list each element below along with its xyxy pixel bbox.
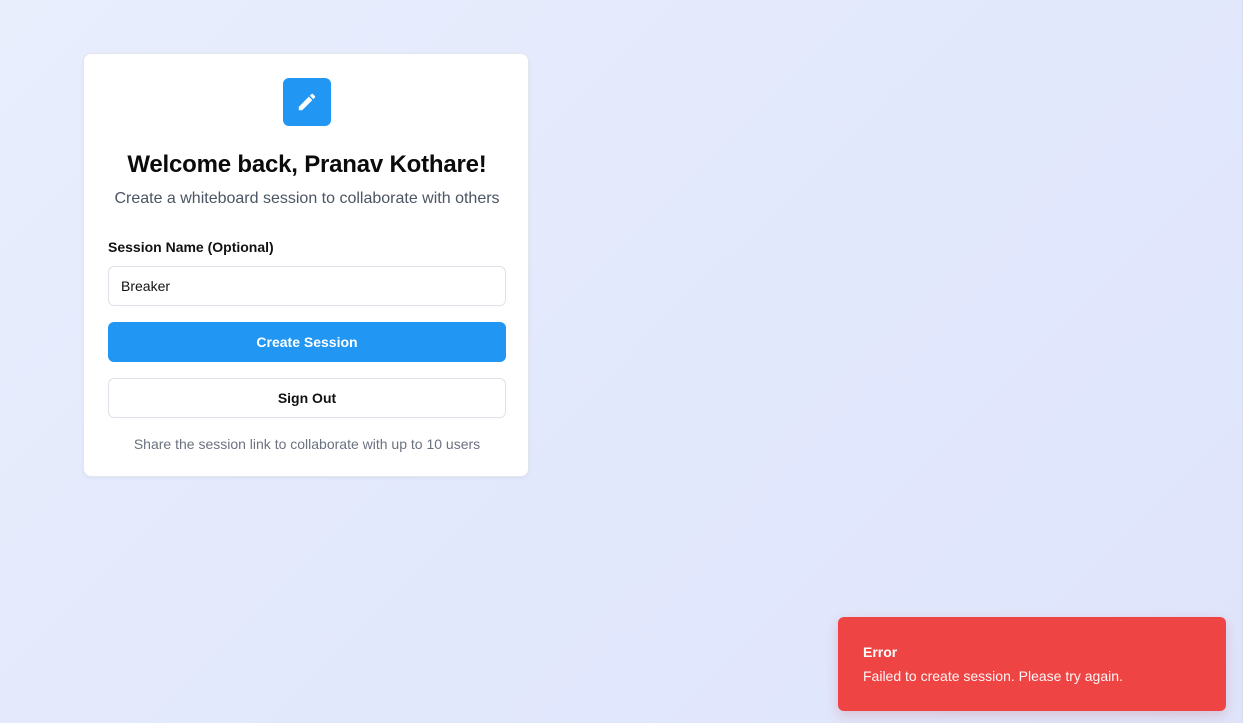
error-toast[interactable]: Error Failed to create session. Please t… <box>838 617 1226 711</box>
app-logo <box>283 78 331 126</box>
share-hint: Share the session link to collaborate wi… <box>133 436 481 452</box>
sign-out-button[interactable]: Sign Out <box>108 378 506 418</box>
toast-title: Error <box>863 644 898 660</box>
session-name-input[interactable] <box>108 266 506 306</box>
welcome-title: Welcome back, Pranav Kothare! <box>127 151 487 178</box>
toast-message: Failed to create session. Please try aga… <box>863 668 1123 684</box>
session-card: Welcome back, Pranav Kothare! Create a w… <box>83 53 529 477</box>
session-name-label: Session Name (Optional) <box>108 239 274 255</box>
create-session-button[interactable]: Create Session <box>108 322 506 362</box>
welcome-subtitle: Create a whiteboard session to collabora… <box>114 190 500 207</box>
pencil-icon <box>298 93 316 111</box>
